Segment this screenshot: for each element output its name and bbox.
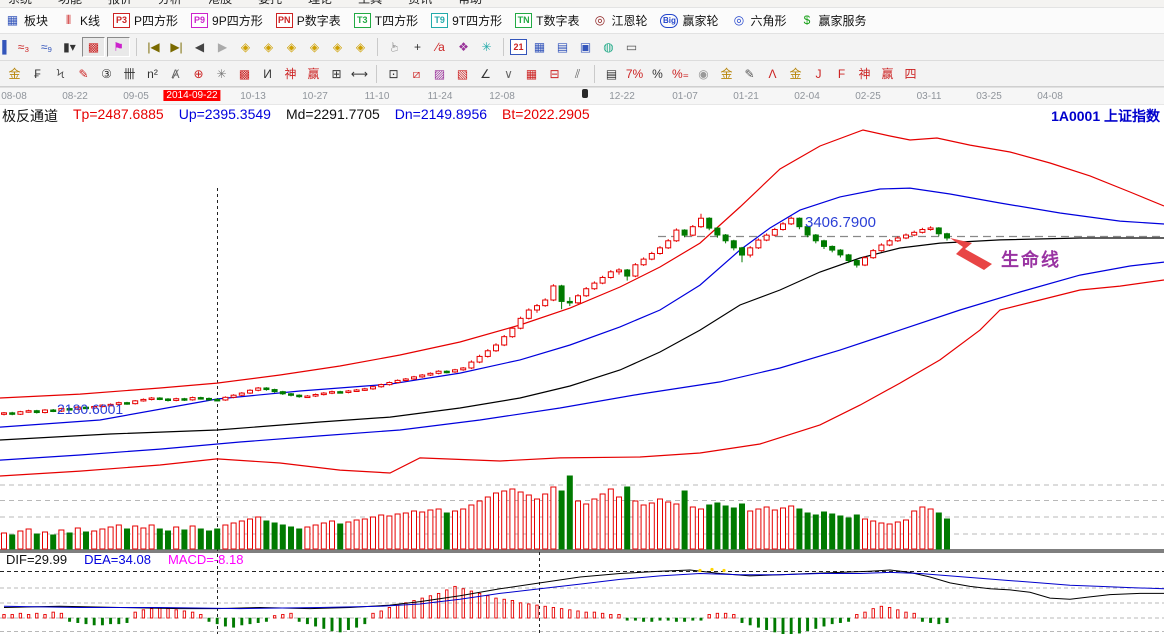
- indicator-tp: Tp=2487.6885: [73, 106, 164, 126]
- indicator-dn: Dn=2149.8956: [395, 106, 487, 126]
- indicator-bt: Bt=2022.2905: [502, 106, 590, 126]
- channel-line-dn: [0, 262, 1164, 460]
- channel-line-up: [0, 188, 1164, 427]
- indicator-md: Md=2291.7705: [286, 106, 380, 126]
- macd-gridlines: [0, 572, 1164, 632]
- indicator-header: 极反通道 Tp=2487.6885 Up=2395.3549 Md=2291.7…: [2, 106, 590, 126]
- macd-header: DIF=29.99 DEA=34.08 MACD=-8.18: [6, 552, 243, 567]
- chart-canvas[interactable]: [0, 0, 1164, 634]
- cursor-lines: [218, 188, 540, 634]
- volume-series: [2, 476, 950, 549]
- channel-line-md: [0, 238, 1164, 440]
- price-label-right: 3406.7900: [805, 214, 876, 231]
- macd-value: MACD=-8.18: [168, 552, 244, 567]
- dea-value: DEA=34.08: [84, 552, 151, 567]
- price-label-left: 2180.6001: [57, 401, 123, 417]
- dif-value: DIF=29.99: [6, 552, 67, 567]
- candlestick-series: [2, 214, 950, 416]
- channel-line-bt: [0, 280, 1164, 476]
- indicator-up: Up=2395.3549: [179, 106, 271, 126]
- symbol-label: 1A0001 上证指数: [1051, 106, 1160, 126]
- trading-app-window: { "menu": {"items": ["系统","功能","报价","分析"…: [0, 0, 1164, 634]
- indicator-name: 极反通道: [2, 106, 58, 126]
- lifeline-annotation: 生命线: [1001, 246, 1061, 272]
